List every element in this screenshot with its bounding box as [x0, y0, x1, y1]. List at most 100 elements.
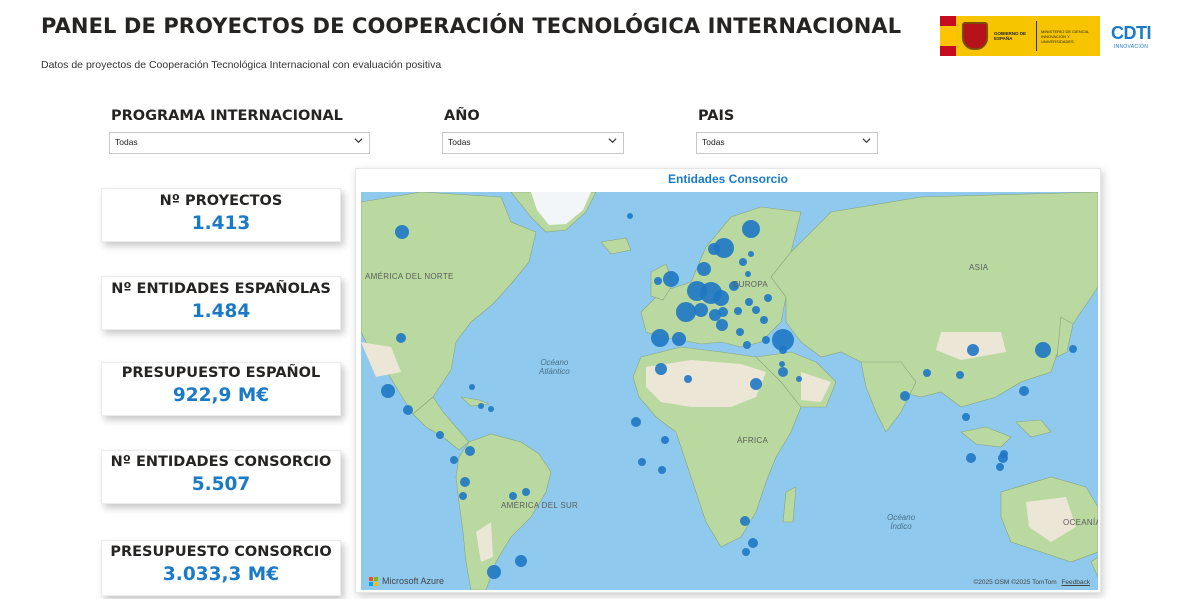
filter-value-pais: Todas	[702, 137, 725, 147]
entity-bubble[interactable]	[779, 346, 787, 354]
microsoft-logo-icon	[369, 576, 378, 586]
entity-bubble[interactable]	[748, 538, 758, 548]
entity-bubble[interactable]	[661, 436, 669, 444]
entity-bubble[interactable]	[750, 378, 762, 390]
filter-label-ano: AÑO	[444, 108, 480, 124]
entity-bubble[interactable]	[465, 446, 475, 456]
kpi-card-presupuesto-espanol: PRESUPUESTO ESPAÑOL 922,9 M€	[101, 362, 341, 416]
entity-bubble[interactable]	[654, 277, 662, 285]
entity-bubble[interactable]	[900, 391, 910, 401]
kpi-label: PRESUPUESTO CONSORCIO	[110, 544, 332, 560]
entity-bubble[interactable]	[762, 336, 770, 344]
logo-divider	[1036, 21, 1037, 51]
entity-bubble[interactable]	[509, 492, 517, 500]
entity-bubble[interactable]	[460, 477, 470, 487]
cdti-logo-mark: CDTI	[1111, 22, 1152, 43]
entity-bubble[interactable]	[779, 361, 785, 367]
map-label-oceania: OCEANÍA	[1063, 518, 1098, 527]
spain-flag-icon	[940, 16, 956, 56]
entity-bubble[interactable]	[627, 213, 633, 219]
world-map[interactable]: AMÉRICA DEL NORTE EUROPA ASIA ÁFRICA AMÉ…	[361, 192, 1098, 590]
entity-bubble[interactable]	[760, 316, 768, 324]
entity-bubble[interactable]	[966, 453, 976, 463]
map-label-north-america: AMÉRICA DEL NORTE	[365, 272, 454, 281]
entity-bubble[interactable]	[716, 319, 728, 331]
entity-bubble[interactable]	[676, 302, 696, 322]
map-provider: Microsoft Azure	[369, 576, 444, 586]
entity-bubble[interactable]	[396, 333, 406, 343]
entity-bubble[interactable]	[655, 363, 667, 375]
entity-bubble[interactable]	[381, 384, 395, 398]
entity-bubble[interactable]	[923, 369, 931, 377]
world-map-svg	[361, 192, 1098, 590]
entity-bubble[interactable]	[1000, 450, 1008, 458]
entity-bubble[interactable]	[708, 243, 720, 255]
entity-bubble[interactable]	[459, 492, 467, 500]
entity-bubble[interactable]	[638, 458, 646, 466]
map-label-africa: ÁFRICA	[737, 436, 769, 445]
entity-bubble[interactable]	[684, 375, 692, 383]
chevron-down-icon	[608, 138, 617, 144]
entity-bubble[interactable]	[748, 251, 754, 257]
entity-bubble[interactable]	[522, 488, 530, 496]
entity-bubble[interactable]	[515, 555, 527, 567]
entity-bubble[interactable]	[450, 456, 458, 464]
filter-dropdown-pais[interactable]: Todas	[696, 132, 878, 154]
entity-bubble[interactable]	[764, 294, 772, 302]
entity-bubble[interactable]	[713, 290, 729, 306]
filter-dropdown-ano[interactable]: Todas	[442, 132, 624, 154]
page-title: PANEL DE PROYECTOS DE COOPERACIÓN TECNOL…	[41, 14, 902, 38]
kpi-card-entidades-espanolas: Nº ENTIDADES ESPAÑOLAS 1.484	[101, 276, 341, 330]
entity-bubble[interactable]	[718, 307, 728, 317]
map-visual: Entidades Consorcio AMÉRICA DEL NORTE EU…	[355, 168, 1101, 593]
entity-bubble[interactable]	[487, 565, 501, 579]
entity-bubble[interactable]	[651, 329, 669, 347]
entity-bubble[interactable]	[752, 306, 760, 314]
filter-value-programa: Todas	[115, 137, 138, 147]
entity-bubble[interactable]	[739, 258, 747, 266]
filter-dropdown-programa[interactable]: Todas	[109, 132, 370, 154]
government-logo-text: GOBIERNO DE ESPAÑA	[994, 31, 1027, 41]
filter-label-programa: PROGRAMA INTERNACIONAL	[111, 108, 343, 124]
entity-bubble[interactable]	[663, 271, 679, 287]
entity-bubble[interactable]	[740, 516, 750, 526]
entity-bubble[interactable]	[745, 271, 751, 277]
kpi-value: 1.413	[191, 213, 251, 234]
entity-bubble[interactable]	[488, 406, 494, 412]
map-attribution: ©2025 OSM ©2025 TomTom Feedback	[973, 579, 1090, 586]
entity-bubble[interactable]	[956, 371, 964, 379]
entity-bubble[interactable]	[743, 341, 751, 349]
kpi-label: Nº ENTIDADES CONSORCIO	[110, 454, 332, 470]
entity-bubble[interactable]	[967, 344, 979, 356]
entity-bubble[interactable]	[672, 332, 686, 346]
entity-bubble[interactable]	[996, 463, 1004, 471]
entity-bubble[interactable]	[742, 220, 760, 238]
entity-bubble[interactable]	[478, 403, 484, 409]
kpi-label: Nº ENTIDADES ESPAÑOLAS	[111, 281, 331, 297]
entity-bubble[interactable]	[734, 307, 742, 315]
entity-bubble[interactable]	[658, 466, 666, 474]
entity-bubble[interactable]	[796, 376, 802, 382]
entity-bubble[interactable]	[395, 225, 409, 239]
map-label-atlantic: Océano Atlántico	[539, 358, 570, 376]
entity-bubble[interactable]	[1035, 342, 1051, 358]
entity-bubble[interactable]	[631, 417, 641, 427]
entity-bubble[interactable]	[962, 413, 970, 421]
entity-bubble[interactable]	[694, 303, 708, 317]
entity-bubble[interactable]	[469, 384, 475, 390]
entity-bubble[interactable]	[436, 431, 444, 439]
entity-bubble[interactable]	[697, 262, 711, 276]
entity-bubble[interactable]	[745, 298, 753, 306]
kpi-value: 1.484	[191, 301, 251, 322]
map-feedback-link[interactable]: Feedback	[1061, 579, 1090, 586]
chevron-down-icon	[354, 138, 363, 144]
entity-bubble[interactable]	[403, 405, 413, 415]
entity-bubble[interactable]	[742, 548, 750, 556]
map-label-europe: EUROPA	[733, 280, 768, 289]
entity-bubble[interactable]	[1019, 386, 1029, 396]
entity-bubble[interactable]	[778, 367, 788, 377]
entity-bubble[interactable]	[1069, 345, 1077, 353]
ministry-logo-text: MINISTERIO DE CIENCIA, INNOVACIÓN Y UNIV…	[1041, 28, 1090, 44]
map-label-indian: Océano Índico	[887, 513, 916, 531]
entity-bubble[interactable]	[736, 328, 744, 336]
